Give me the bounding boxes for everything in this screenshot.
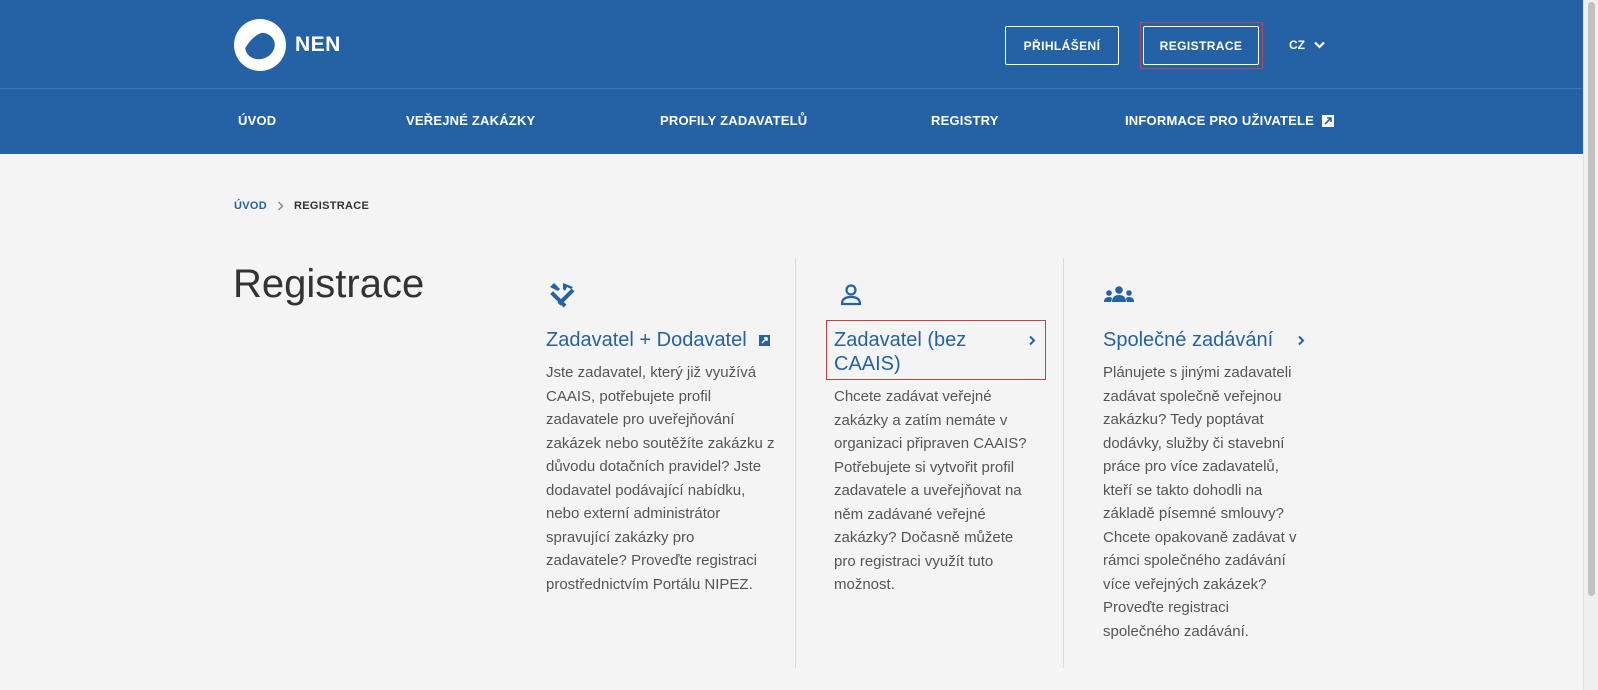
card-spolecne-zadavani-link[interactable]: Společné zadávání	[1103, 328, 1293, 352]
page-scrollbar[interactable]	[1583, 0, 1598, 690]
login-button[interactable]: PŘIHLÁŠENÍ	[1005, 26, 1119, 65]
breadcrumb: ÚVOD REGISTRACE	[234, 200, 369, 212]
nen-logo-icon[interactable]	[234, 19, 286, 71]
group-icon	[1104, 286, 1134, 302]
register-button[interactable]: REGISTRACE	[1143, 26, 1259, 65]
breadcrumb-home-link[interactable]: ÚVOD	[234, 200, 267, 212]
breadcrumb-current: REGISTRACE	[293, 200, 370, 212]
card-zadavatel-bez-caais-link[interactable]: Zadavatel (bez CAAIS)	[834, 328, 1014, 376]
nav-item-verejne-zakazky[interactable]: VEŘEJNÉ ZAKÁZKY	[406, 113, 535, 128]
nav-item-label: REGISTRY	[931, 113, 999, 128]
card-description: Jste zadavatel, který již využívá CAAIS,…	[546, 364, 775, 593]
card-description: Chcete zadávat veřejné zakázky a zatím n…	[834, 388, 1027, 593]
chevron-down-icon	[1314, 41, 1325, 49]
nav-item-label: PROFILY ZADAVATELŮ	[660, 113, 808, 128]
column-divider	[1063, 258, 1064, 668]
card-zadavatel-dodavatel-link[interactable]: Zadavatel + Dodavatel	[546, 328, 756, 352]
logo-text[interactable]: NEN	[295, 33, 341, 57]
nav-item-uvod[interactable]: ÚVOD	[238, 113, 276, 128]
nav-item-registry[interactable]: REGISTRY	[931, 113, 999, 128]
nav-item-label: INFORMACE PRO UŽIVATELE	[1125, 113, 1315, 128]
nav-item-label: ÚVOD	[238, 113, 277, 128]
column-divider	[795, 258, 796, 668]
breadcrumb-chevron-icon	[277, 201, 284, 211]
external-link-icon	[1322, 114, 1335, 127]
language-label: CZ	[1289, 38, 1305, 52]
nav-item-label: VEŘEJNÉ ZAKÁZKY	[406, 113, 536, 128]
user-icon	[840, 284, 862, 306]
tools-icon	[550, 283, 575, 308]
language-selector[interactable]: CZ	[1289, 38, 1325, 52]
external-link-icon	[759, 335, 770, 346]
chevron-right-icon	[1298, 335, 1305, 346]
chevron-right-icon	[1029, 335, 1036, 346]
scrollbar-thumb[interactable]	[1588, 2, 1595, 596]
nav-item-informace-pro-uzivatele[interactable]: INFORMACE PRO UŽIVATELE	[1125, 113, 1335, 128]
nav-item-profily-zadavatelu[interactable]: PROFILY ZADAVATELŮ	[660, 113, 807, 128]
card-description: Plánujete s jinými zadavateli zadávat sp…	[1103, 364, 1297, 640]
page-title: Registrace	[233, 262, 425, 306]
